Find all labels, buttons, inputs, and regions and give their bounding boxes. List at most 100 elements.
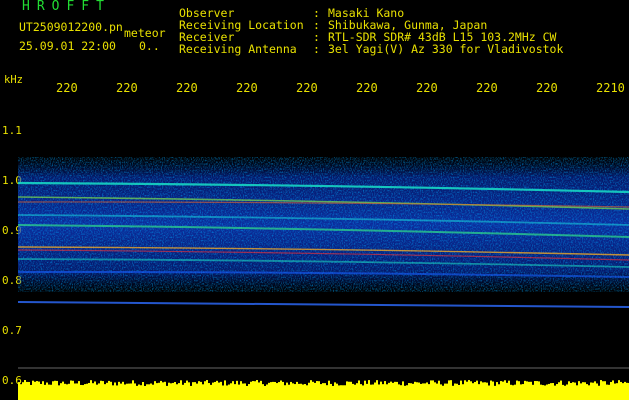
level-bar: [170, 383, 172, 400]
level-bar: [210, 384, 212, 400]
hrofft-window: HROFFT UT2509012200.pn meteor 25.09.01 2…: [0, 0, 629, 400]
level-bar: [284, 385, 286, 400]
level-bar: [500, 381, 502, 400]
level-bar: [260, 380, 262, 400]
level-bar: [564, 385, 566, 400]
level-bar: [356, 383, 358, 400]
level-bar: [254, 381, 256, 400]
level-bar: [160, 380, 162, 400]
level-bar: [456, 383, 458, 400]
level-bar: [524, 380, 526, 400]
level-bar: [622, 383, 624, 400]
level-bar: [394, 381, 396, 400]
level-bar: [188, 382, 190, 400]
level-bar: [206, 380, 208, 400]
level-bar: [22, 382, 24, 400]
level-bar: [270, 382, 272, 400]
level-bar: [288, 384, 290, 400]
level-bar: [242, 383, 244, 400]
level-bar: [506, 382, 508, 400]
level-bar: [584, 382, 586, 400]
time-tick-label: 2203: [176, 82, 198, 94]
level-bar: [92, 383, 94, 400]
level-bar: [60, 383, 62, 400]
level-bar: [428, 384, 430, 400]
level-bar: [238, 384, 240, 400]
level-bar: [534, 381, 536, 400]
level-bar: [162, 382, 164, 400]
level-bar: [560, 380, 562, 400]
level-bar: [52, 381, 54, 400]
time-tick-label: 2205: [296, 82, 318, 94]
level-bar: [308, 382, 310, 400]
level-bar: [324, 383, 326, 400]
level-bar: [408, 383, 410, 400]
level-bar: [472, 383, 474, 400]
level-bar: [208, 383, 210, 400]
level-bar: [544, 385, 546, 400]
level-bar: [338, 385, 340, 400]
level-bar: [172, 382, 174, 400]
level-bar: [190, 385, 192, 400]
level-bar: [122, 381, 124, 400]
level-bar: [554, 385, 556, 400]
level-bar: [360, 384, 362, 400]
level-bar: [130, 383, 132, 400]
level-bar: [20, 384, 22, 400]
level-bar: [350, 381, 352, 400]
level-bar: [292, 383, 294, 400]
level-bar: [588, 385, 590, 400]
level-bar: [40, 383, 42, 400]
level-bar: [280, 380, 282, 400]
level-bar: [282, 381, 284, 400]
level-bar: [482, 382, 484, 400]
level-bar: [328, 380, 330, 400]
level-bar: [352, 383, 354, 400]
level-bar: [274, 381, 276, 400]
level-bar: [86, 383, 88, 400]
level-bar: [484, 382, 486, 400]
level-bar: [68, 383, 70, 400]
level-bar: [196, 383, 198, 400]
level-bar: [214, 381, 216, 400]
level-bar: [294, 384, 296, 400]
level-bar: [136, 385, 138, 400]
level-bar: [570, 383, 572, 400]
level-bar: [572, 382, 574, 400]
level-bar: [96, 384, 98, 400]
level-bar: [454, 383, 456, 400]
time-tick-label: 2208: [476, 82, 498, 94]
level-bar: [252, 381, 254, 400]
level-bar: [492, 381, 494, 400]
level-bar: [120, 383, 122, 400]
level-bar: [496, 382, 498, 400]
level-bar: [88, 382, 90, 400]
level-bar: [528, 381, 530, 400]
level-bar: [84, 384, 86, 400]
level-bar: [376, 380, 378, 400]
level-bar: [24, 380, 26, 400]
level-bar: [314, 382, 316, 400]
level-bar: [298, 383, 300, 400]
time-tick-label: 2210: [596, 82, 625, 94]
level-bar: [488, 385, 490, 400]
level-bar: [438, 380, 440, 400]
level-bar: [614, 383, 616, 400]
level-bar: [372, 384, 374, 400]
level-bar: [358, 380, 360, 400]
time-tick-label: 2206: [356, 82, 378, 94]
level-bar: [612, 380, 614, 400]
level-bar: [464, 380, 466, 400]
level-bar: [316, 381, 318, 400]
level-bar: [290, 381, 292, 400]
level-bar: [248, 384, 250, 400]
level-bar: [516, 380, 518, 400]
level-bar: [168, 382, 170, 400]
level-bar: [446, 383, 448, 400]
time-tick-label: 2201: [56, 82, 78, 94]
level-bar: [100, 380, 102, 400]
level-bar: [578, 381, 580, 400]
level-bar: [194, 382, 196, 400]
level-bar: [304, 384, 306, 400]
level-bar: [78, 381, 80, 400]
